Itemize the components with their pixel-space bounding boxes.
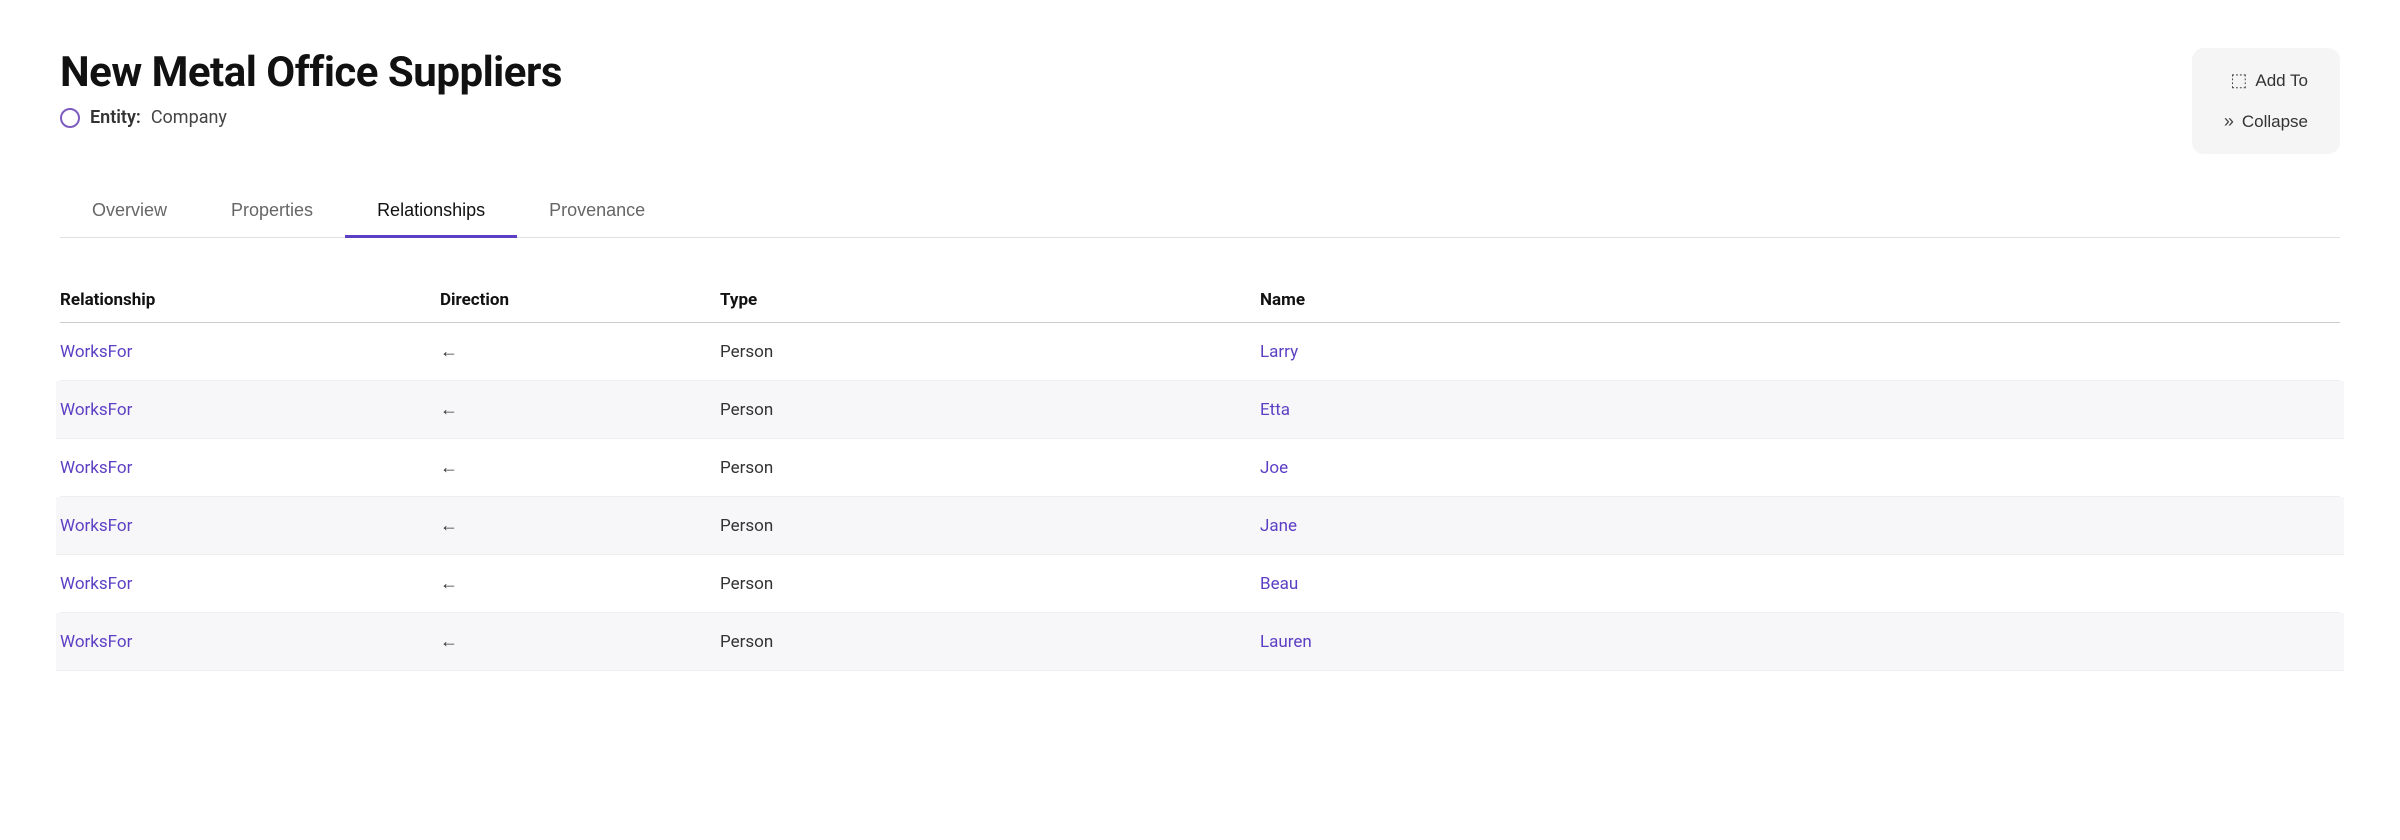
cell-name[interactable]: Lauren	[1260, 632, 2340, 652]
cell-relationship[interactable]: WorksFor	[60, 574, 440, 594]
cell-type: Person	[720, 400, 1260, 420]
header-section: New Metal Office Suppliers Entity: Compa…	[60, 48, 2340, 154]
table-row: WorksFor ← Person Larry	[60, 323, 2340, 381]
table-row: WorksFor ← Person Joe	[60, 439, 2340, 497]
collapse-icon: »	[2224, 111, 2234, 132]
cell-name[interactable]: Beau	[1260, 574, 2340, 594]
entity-value: Company	[151, 107, 227, 128]
cell-type: Person	[720, 516, 1260, 536]
table-header: Relationship Direction Type Name	[60, 278, 2340, 323]
col-header-direction: Direction	[440, 290, 720, 310]
cell-direction: ←	[440, 457, 720, 478]
tab-relationships[interactable]: Relationships	[345, 186, 517, 238]
cell-name[interactable]: Larry	[1260, 342, 2340, 362]
cell-name[interactable]: Jane	[1260, 516, 2340, 536]
cell-relationship[interactable]: WorksFor	[60, 516, 440, 536]
cell-relationship[interactable]: WorksFor	[60, 342, 440, 362]
col-header-name: Name	[1260, 290, 2340, 310]
add-to-icon: ⬚	[2230, 70, 2247, 91]
tab-provenance[interactable]: Provenance	[517, 186, 677, 238]
table-row: WorksFor ← Person Beau	[60, 555, 2340, 613]
add-to-label: Add To	[2255, 71, 2308, 91]
cell-type: Person	[720, 458, 1260, 478]
tab-overview[interactable]: Overview	[60, 186, 199, 238]
collapse-button[interactable]: » Collapse	[2216, 105, 2316, 138]
cell-direction: ←	[440, 399, 720, 420]
title-area: New Metal Office Suppliers Entity: Compa…	[60, 48, 562, 128]
page-container: New Metal Office Suppliers Entity: Compa…	[0, 0, 2400, 840]
entity-label: Entity: Company	[60, 107, 562, 128]
cell-direction: ←	[440, 573, 720, 594]
cell-relationship[interactable]: WorksFor	[60, 400, 440, 420]
cell-relationship[interactable]: WorksFor	[60, 632, 440, 652]
tabs-section: Overview Properties Relationships Proven…	[60, 186, 2340, 238]
col-header-type: Type	[720, 290, 1260, 310]
cell-name[interactable]: Joe	[1260, 458, 2340, 478]
relationships-table: Relationship Direction Type Name WorksFo…	[60, 278, 2340, 671]
page-title: New Metal Office Suppliers	[60, 48, 562, 97]
cell-type: Person	[720, 574, 1260, 594]
cell-direction: ←	[440, 515, 720, 536]
cell-direction: ←	[440, 341, 720, 362]
cell-direction: ←	[440, 631, 720, 652]
cell-type: Person	[720, 342, 1260, 362]
collapse-label: Collapse	[2242, 112, 2308, 132]
table-row: WorksFor ← Person Lauren	[56, 613, 2344, 671]
entity-key: Entity:	[90, 107, 141, 128]
table-row: WorksFor ← Person Etta	[56, 381, 2344, 439]
tab-properties[interactable]: Properties	[199, 186, 345, 238]
cell-type: Person	[720, 632, 1260, 652]
table-body: WorksFor ← Person Larry WorksFor ← Perso…	[60, 323, 2340, 671]
table-row: WorksFor ← Person Jane	[56, 497, 2344, 555]
cell-name[interactable]: Etta	[1260, 400, 2340, 420]
col-header-relationship: Relationship	[60, 290, 440, 310]
entity-circle-icon	[60, 108, 80, 128]
add-to-button[interactable]: ⬚ Add To	[2222, 64, 2316, 97]
cell-relationship[interactable]: WorksFor	[60, 458, 440, 478]
action-buttons-panel: ⬚ Add To » Collapse	[2192, 48, 2340, 154]
